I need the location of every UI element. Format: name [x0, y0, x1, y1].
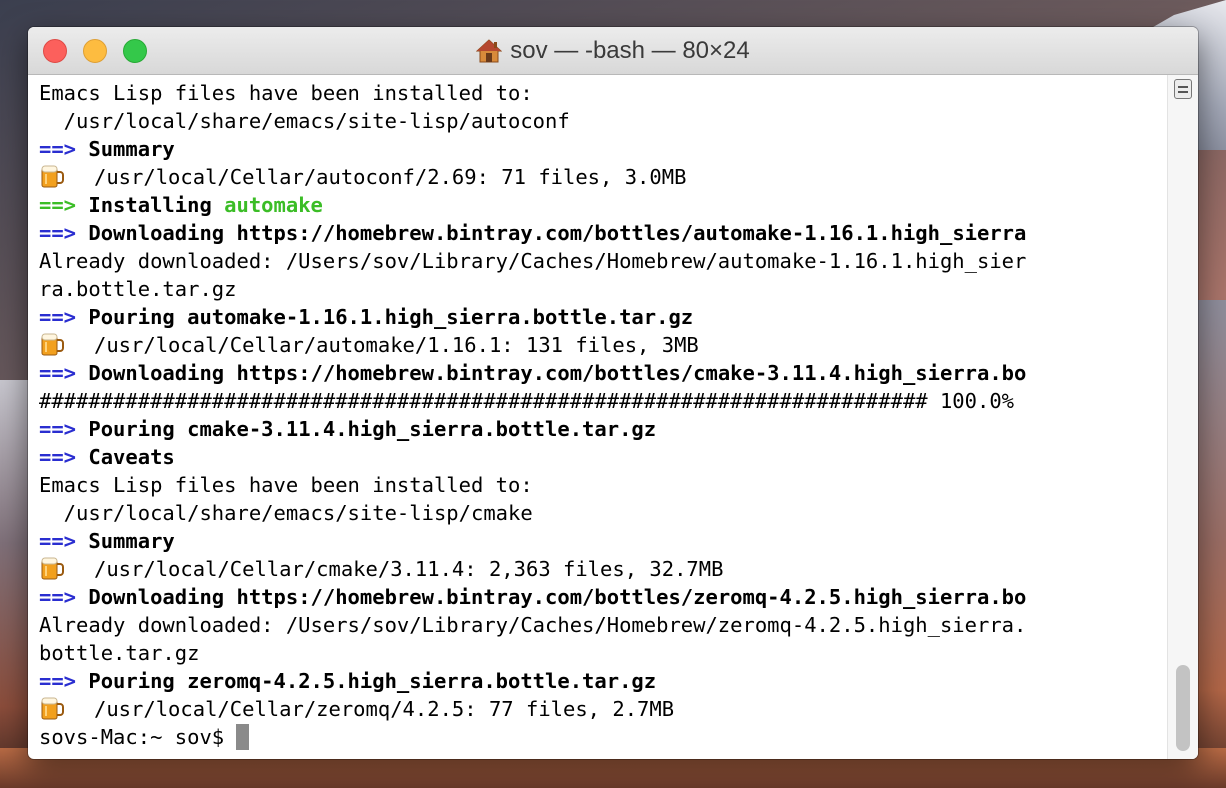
terminal-line: /usr/local/Cellar/automake/1.16.1: 131 f…: [39, 331, 1168, 359]
output-text: ########################################…: [39, 389, 1015, 413]
output-text: Emacs Lisp files have been installed to:: [39, 473, 533, 497]
terminal-line: /usr/local/Cellar/zeromq/4.2.5: 77 files…: [39, 695, 1168, 723]
section-heading: Downloading https://homebrew.bintray.com…: [76, 361, 1027, 385]
terminal-line: /usr/local/Cellar/cmake/3.11.4: 2,363 fi…: [39, 555, 1168, 583]
section-heading: Pouring automake-1.16.1.high_sierra.bott…: [76, 305, 694, 329]
output-text: Already downloaded: /Users/sov/Library/C…: [39, 249, 1027, 273]
vertical-scrollbar[interactable]: [1167, 75, 1198, 759]
output-text: /usr/local/Cellar/cmake/3.11.4: 2,363 fi…: [94, 557, 724, 581]
terminal-line: ==> Downloading https://homebrew.bintray…: [39, 583, 1168, 611]
output-text: Already downloaded: /Users/sov/Library/C…: [39, 613, 1027, 637]
terminal-line: ==> Pouring automake-1.16.1.high_sierra.…: [39, 303, 1168, 331]
section-heading: Pouring cmake-3.11.4.high_sierra.bottle.…: [76, 417, 657, 441]
terminal-line: ==> Caveats: [39, 443, 1168, 471]
arrow-marker: ==>: [39, 305, 77, 329]
title-bar[interactable]: sov — -bash — 80×24: [28, 27, 1198, 75]
text-cursor[interactable]: [236, 724, 250, 750]
terminal-line: ==> Summary: [39, 527, 1168, 555]
terminal-line: ==> Installing automake: [39, 191, 1168, 219]
terminal-line: ra.bottle.tar.gz: [39, 275, 1168, 303]
package-name: automake: [224, 193, 323, 217]
output-text: bottle.tar.gz: [39, 641, 200, 665]
terminal-line: Emacs Lisp files have been installed to:: [39, 471, 1168, 499]
section-heading: Summary: [76, 137, 175, 161]
arrow-marker: ==>: [39, 137, 77, 161]
home-icon: [476, 38, 503, 62]
arrow-marker: ==>: [39, 221, 77, 245]
window-title: sov — -bash — 80×24: [510, 36, 750, 64]
beer-icon: [39, 555, 65, 581]
terminal-line: Emacs Lisp files have been installed to:: [39, 79, 1168, 107]
output-text: /usr/local/Cellar/zeromq/4.2.5: 77 files…: [94, 697, 675, 721]
output-text: /usr/local/Cellar/autoconf/2.69: 71 file…: [94, 165, 687, 189]
terminal-line: /usr/local/share/emacs/site-lisp/autocon…: [39, 107, 1168, 135]
section-heading: Installing: [76, 193, 225, 217]
output-text: /usr/local/Cellar/automake/1.16.1: 131 f…: [94, 333, 699, 357]
split-pane-icon[interactable]: [1174, 79, 1192, 99]
terminal-line: ==> Downloading https://homebrew.bintray…: [39, 219, 1168, 247]
output-text: Emacs Lisp files have been installed to:: [39, 81, 533, 105]
terminal-line: bottle.tar.gz: [39, 639, 1168, 667]
terminal-line: /usr/local/share/emacs/site-lisp/cmake: [39, 499, 1168, 527]
arrow-marker: ==>: [39, 529, 77, 553]
arrow-marker: ==>: [39, 669, 77, 693]
terminal-line: Already downloaded: /Users/sov/Library/C…: [39, 247, 1168, 275]
arrow-marker: ==>: [39, 193, 77, 217]
terminal-window: sov — -bash — 80×24 Emacs Lisp files hav…: [28, 27, 1198, 759]
terminal-line: ==> Pouring cmake-3.11.4.high_sierra.bot…: [39, 415, 1168, 443]
arrow-marker: ==>: [39, 445, 77, 469]
section-heading: Summary: [76, 529, 175, 553]
window-title-group: sov — -bash — 80×24: [28, 27, 1198, 74]
section-heading: Caveats: [76, 445, 175, 469]
section-heading: Pouring zeromq-4.2.5.high_sierra.bottle.…: [76, 669, 657, 693]
terminal-line: ==> Pouring zeromq-4.2.5.high_sierra.bot…: [39, 667, 1168, 695]
section-heading: Downloading https://homebrew.bintray.com…: [76, 585, 1027, 609]
output-text: /usr/local/share/emacs/site-lisp/cmake: [39, 501, 533, 525]
terminal-line: ########################################…: [39, 387, 1168, 415]
terminal-line: ==> Summary: [39, 135, 1168, 163]
terminal-line: /usr/local/Cellar/autoconf/2.69: 71 file…: [39, 163, 1168, 191]
beer-icon: [39, 331, 65, 357]
beer-icon: [39, 695, 65, 721]
arrow-marker: ==>: [39, 417, 77, 441]
arrow-marker: ==>: [39, 361, 77, 385]
section-heading: Downloading https://homebrew.bintray.com…: [76, 221, 1027, 245]
terminal-line: Already downloaded: /Users/sov/Library/C…: [39, 611, 1168, 639]
output-text: /usr/local/share/emacs/site-lisp/autocon…: [39, 109, 570, 133]
arrow-marker: ==>: [39, 585, 77, 609]
scrollbar-thumb[interactable]: [1176, 665, 1190, 751]
terminal-line: ==> Downloading https://homebrew.bintray…: [39, 359, 1168, 387]
shell-prompt: sovs-Mac:~ sov$: [39, 725, 237, 749]
beer-icon: [39, 163, 65, 189]
output-text: ra.bottle.tar.gz: [39, 277, 237, 301]
terminal-output[interactable]: Emacs Lisp files have been installed to:…: [28, 75, 1168, 759]
prompt-line: sovs-Mac:~ sov$: [39, 723, 1168, 751]
